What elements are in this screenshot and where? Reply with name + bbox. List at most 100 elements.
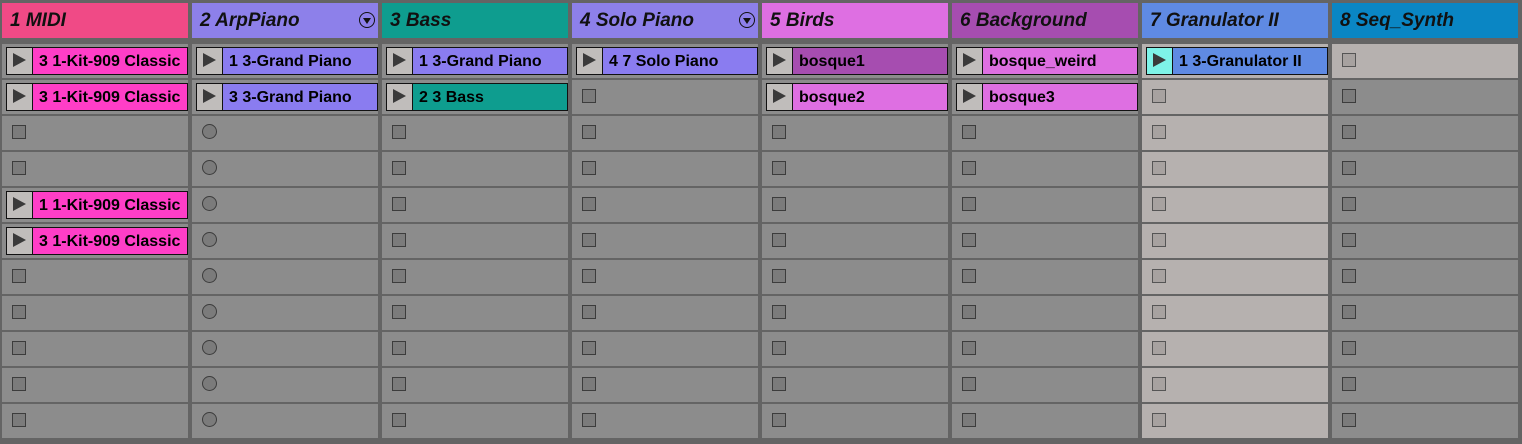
track-header[interactable]: 7 Granulator II	[1142, 3, 1328, 38]
clip-slot[interactable]	[1142, 116, 1328, 150]
play-triangle-icon[interactable]	[387, 48, 413, 74]
clip-slot[interactable]	[952, 260, 1138, 294]
stop-square-icon[interactable]	[1342, 269, 1356, 283]
stop-square-icon[interactable]	[12, 377, 26, 391]
clip-slot[interactable]	[952, 116, 1138, 150]
stop-square-icon[interactable]	[1152, 269, 1166, 283]
clip[interactable]: 1 3-Granulator II	[1146, 47, 1328, 75]
stop-square-icon[interactable]	[1152, 233, 1166, 247]
stop-square-icon[interactable]	[962, 269, 976, 283]
clip[interactable]: 1 3-Grand Piano	[386, 47, 568, 75]
clip-slot[interactable]	[762, 260, 948, 294]
record-circle-icon[interactable]	[202, 196, 217, 211]
stop-square-icon[interactable]	[392, 233, 406, 247]
clip-slot[interactable]	[1332, 152, 1518, 186]
clip-slot[interactable]	[1142, 404, 1328, 438]
stop-square-icon[interactable]	[582, 269, 596, 283]
clip-slot[interactable]	[1142, 368, 1328, 402]
stop-square-icon[interactable]	[392, 125, 406, 139]
track-header[interactable]: 6 Background	[952, 3, 1138, 38]
stop-square-icon[interactable]	[772, 269, 786, 283]
clip-slot[interactable]	[192, 296, 378, 330]
fold-chevron-icon[interactable]	[739, 12, 755, 28]
play-triangle-icon[interactable]	[197, 84, 223, 110]
stop-square-icon[interactable]	[962, 341, 976, 355]
stop-square-icon[interactable]	[392, 269, 406, 283]
clip-slot[interactable]	[382, 224, 568, 258]
clip-slot[interactable]	[382, 404, 568, 438]
clip-slot[interactable]	[952, 404, 1138, 438]
stop-square-icon[interactable]	[772, 233, 786, 247]
stop-square-icon[interactable]	[772, 341, 786, 355]
clip-slot[interactable]	[762, 152, 948, 186]
clip-slot[interactable]	[2, 404, 188, 438]
stop-square-icon[interactable]	[962, 161, 976, 175]
stop-square-icon[interactable]	[12, 161, 26, 175]
clip-slot[interactable]	[1142, 296, 1328, 330]
clip-slot[interactable]	[1332, 188, 1518, 222]
stop-square-icon[interactable]	[392, 305, 406, 319]
clip-slot[interactable]	[952, 368, 1138, 402]
clip[interactable]: bosque1	[766, 47, 948, 75]
stop-square-icon[interactable]	[1342, 413, 1356, 427]
play-triangle-icon[interactable]	[7, 192, 33, 218]
clip-slot[interactable]	[1332, 296, 1518, 330]
clip-slot[interactable]	[1332, 44, 1518, 78]
stop-square-icon[interactable]	[1342, 341, 1356, 355]
clip-slot[interactable]	[762, 296, 948, 330]
stop-square-icon[interactable]	[772, 161, 786, 175]
clip-slot[interactable]	[1142, 332, 1328, 366]
stop-square-icon[interactable]	[582, 413, 596, 427]
clip-slot[interactable]	[572, 188, 758, 222]
track-header[interactable]: 4 Solo Piano	[572, 3, 758, 38]
stop-square-icon[interactable]	[962, 233, 976, 247]
clip-slot[interactable]	[2, 368, 188, 402]
clip-slot[interactable]	[382, 296, 568, 330]
stop-square-icon[interactable]	[1152, 197, 1166, 211]
stop-square-icon[interactable]	[772, 197, 786, 211]
stop-square-icon[interactable]	[582, 197, 596, 211]
record-circle-icon[interactable]	[202, 232, 217, 247]
record-circle-icon[interactable]	[202, 412, 217, 427]
stop-square-icon[interactable]	[962, 305, 976, 319]
stop-square-icon[interactable]	[1152, 377, 1166, 391]
clip-slot[interactable]	[1142, 224, 1328, 258]
clip-slot[interactable]	[572, 296, 758, 330]
play-triangle-icon[interactable]	[387, 84, 413, 110]
clip-slot[interactable]	[1332, 116, 1518, 150]
stop-square-icon[interactable]	[392, 197, 406, 211]
clip-slot[interactable]	[572, 404, 758, 438]
clip-slot[interactable]	[1142, 188, 1328, 222]
clip-slot[interactable]	[2, 260, 188, 294]
stop-square-icon[interactable]	[1152, 341, 1166, 355]
clip-slot[interactable]	[762, 224, 948, 258]
stop-square-icon[interactable]	[392, 161, 406, 175]
stop-square-icon[interactable]	[1152, 125, 1166, 139]
clip-slot[interactable]	[382, 188, 568, 222]
clip-slot[interactable]	[952, 152, 1138, 186]
play-triangle-icon[interactable]	[197, 48, 223, 74]
stop-square-icon[interactable]	[582, 89, 596, 103]
clip-slot[interactable]	[382, 116, 568, 150]
stop-square-icon[interactable]	[962, 125, 976, 139]
stop-square-icon[interactable]	[1152, 413, 1166, 427]
clip-slot[interactable]	[572, 224, 758, 258]
clip[interactable]: bosque2	[766, 83, 948, 111]
play-triangle-icon[interactable]	[767, 48, 793, 74]
clip-slot[interactable]	[192, 224, 378, 258]
clip[interactable]: 1 1-Kit-909 Classic	[6, 191, 188, 219]
record-circle-icon[interactable]	[202, 124, 217, 139]
track-header[interactable]: 8 Seq_Synth	[1332, 3, 1518, 38]
clip-slot[interactable]	[762, 188, 948, 222]
clip[interactable]: 1 3-Grand Piano	[196, 47, 378, 75]
record-circle-icon[interactable]	[202, 340, 217, 355]
stop-square-icon[interactable]	[962, 413, 976, 427]
clip-slot[interactable]	[572, 80, 758, 114]
clip-slot[interactable]	[1332, 80, 1518, 114]
record-circle-icon[interactable]	[202, 160, 217, 175]
play-triangle-icon[interactable]	[7, 228, 33, 254]
stop-square-icon[interactable]	[582, 161, 596, 175]
clip-slot[interactable]	[192, 332, 378, 366]
stop-square-icon[interactable]	[772, 125, 786, 139]
stop-square-icon[interactable]	[392, 413, 406, 427]
